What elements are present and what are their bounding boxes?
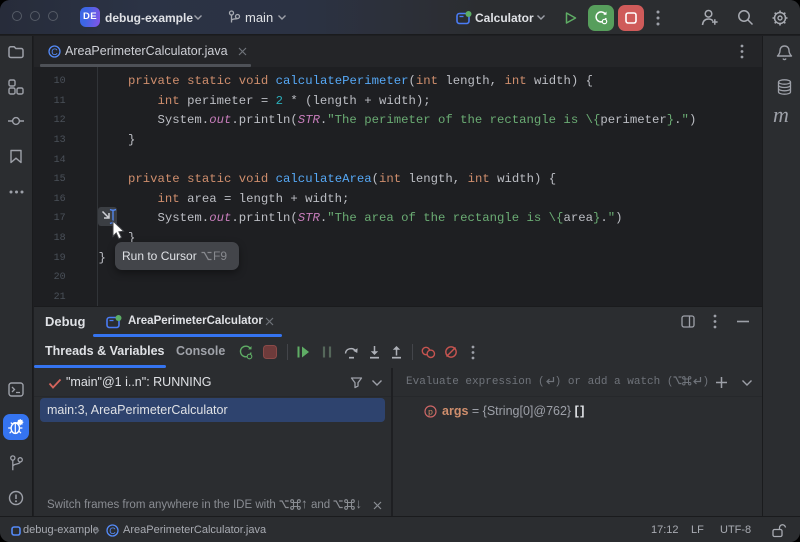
svg-text:C: C [51,47,58,57]
svg-text:p: p [428,407,433,417]
svg-text:C: C [109,526,116,536]
